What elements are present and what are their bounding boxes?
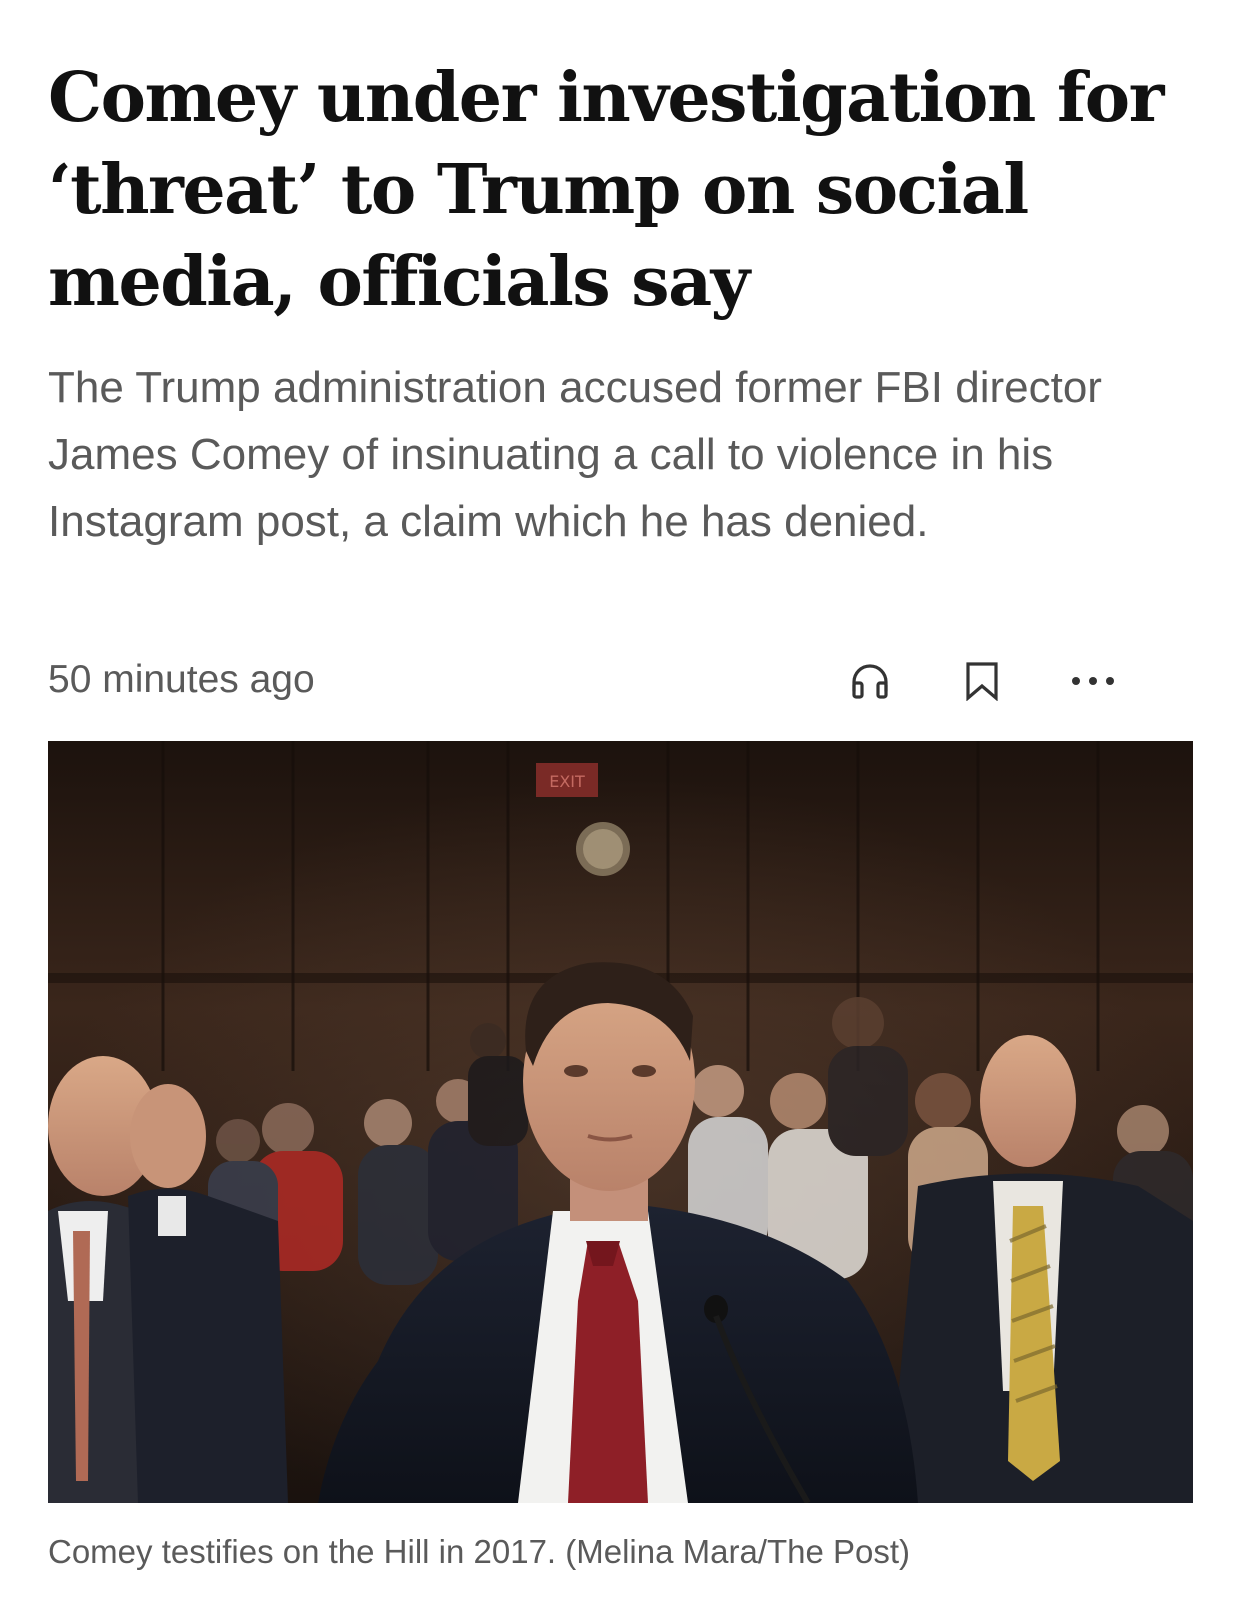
photo-caption: Comey testifies on the Hill in 2017. (Me…	[48, 1533, 911, 1570]
headphones-icon	[852, 664, 888, 699]
bookmark-icon	[966, 662, 998, 701]
listen-button[interactable]	[845, 656, 895, 706]
more-options-button[interactable]	[1068, 656, 1118, 706]
headline[interactable]: Comey under investigation for ‘threat’ t…	[48, 52, 1188, 328]
article-dek: The Trump administration accused former …	[48, 363, 1102, 546]
article-meta-row: 50 minutes ago	[48, 650, 1193, 710]
more-horizontal-icon	[1072, 677, 1114, 685]
exit-sign-text: EXIT	[549, 772, 585, 791]
hearing-room-photo: EXIT	[48, 741, 1193, 1503]
bookmark-button[interactable]	[957, 656, 1007, 706]
article-photo[interactable]: EXIT	[48, 741, 1193, 1503]
timestamp: 50 minutes ago	[48, 658, 315, 701]
